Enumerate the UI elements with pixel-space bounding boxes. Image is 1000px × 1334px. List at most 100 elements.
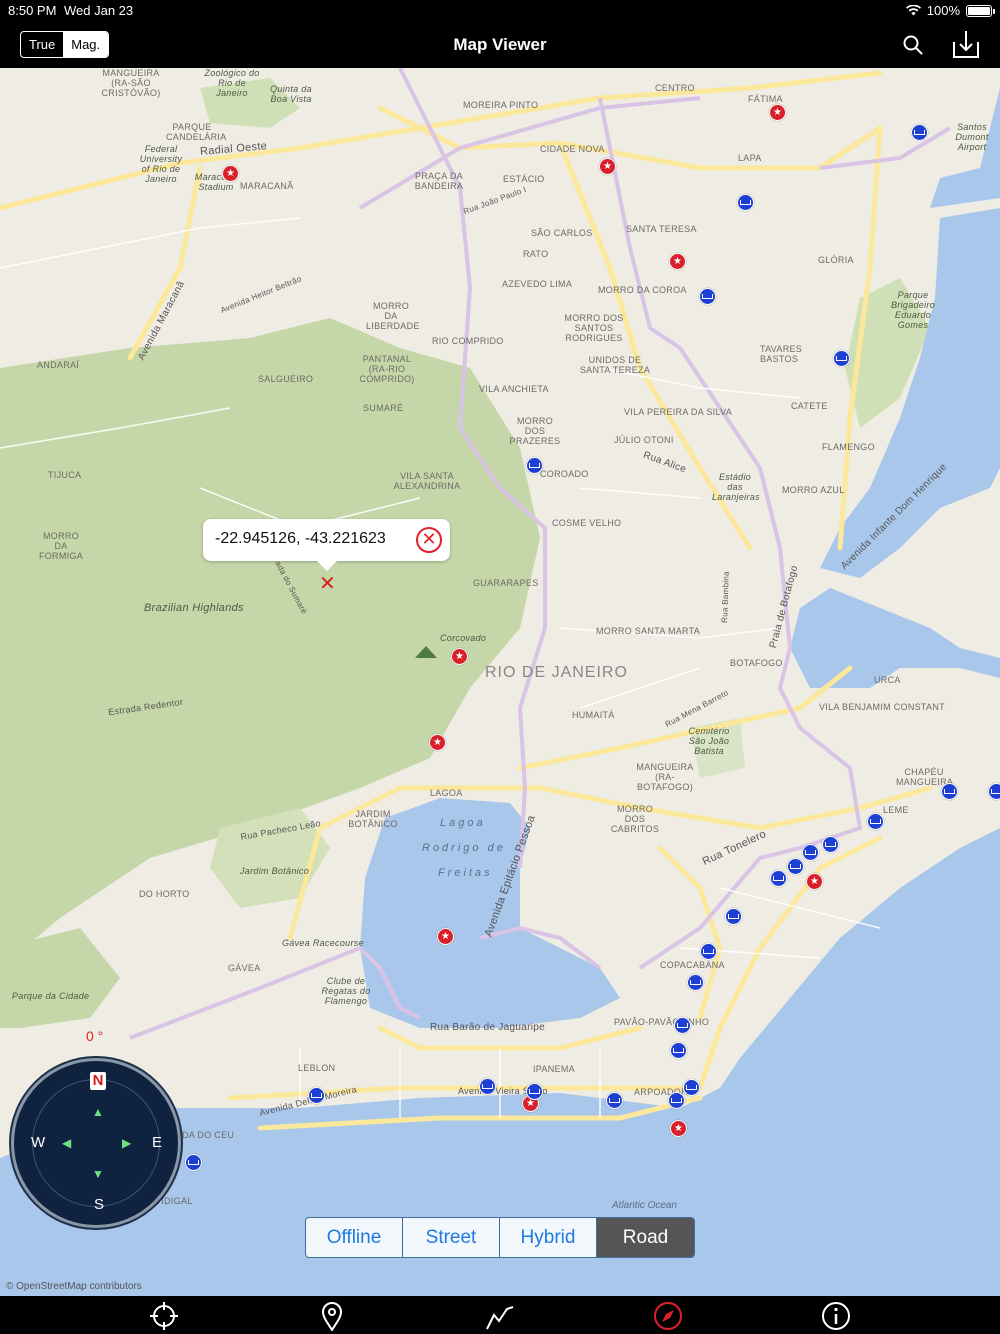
map-type-street[interactable]: Street — [403, 1218, 500, 1257]
copacabana-label: COPACABANA — [660, 960, 725, 970]
sight-marker[interactable] — [806, 873, 823, 890]
hotel-marker[interactable] — [822, 836, 839, 853]
hotel-marker[interactable] — [526, 457, 543, 474]
vila-pereira-label: VILA PEREIRA DA SILVA — [624, 407, 733, 417]
search-icon[interactable] — [902, 34, 924, 56]
hotel-marker[interactable] — [802, 844, 819, 861]
santa-teresa-label: SANTA TERESA — [626, 224, 697, 234]
hotel-marker[interactable] — [867, 813, 884, 830]
morro-coroa-label: MORRO DA COROA — [598, 285, 687, 295]
praca-bandeira-label: PRAÇA DA BANDEIRA — [414, 171, 464, 191]
info-icon[interactable] — [821, 1301, 851, 1331]
hotel-marker[interactable] — [700, 943, 717, 960]
quinta-label: Quinta da Boa Vista — [270, 84, 312, 104]
sao-carlos-label: SÃO CARLOS — [531, 228, 593, 238]
hotel-marker[interactable] — [683, 1079, 700, 1096]
sight-marker[interactable] — [222, 165, 239, 182]
hotel-marker[interactable] — [725, 908, 742, 925]
hotel-marker[interactable] — [308, 1087, 325, 1104]
hotel-marker[interactable] — [699, 288, 716, 305]
hotel-marker[interactable] — [674, 1017, 691, 1034]
hotel-marker[interactable] — [526, 1083, 543, 1100]
maracana-label: MARACANÃ — [240, 181, 294, 191]
map-type-offline[interactable]: Offline — [306, 1218, 403, 1257]
mangueira-label: MANGUEIRA (RA-SÃO CRISTÓVÃO) — [101, 68, 161, 98]
sight-marker[interactable] — [669, 253, 686, 270]
moreira-pinto-label: MOREIRA PINTO — [463, 100, 539, 110]
map-type-hybrid[interactable]: Hybrid — [500, 1218, 597, 1257]
sight-marker[interactable] — [599, 158, 616, 175]
freitas-label: Freitas — [438, 867, 493, 879]
compass-south: S — [94, 1196, 105, 1213]
hotel-marker[interactable] — [668, 1092, 685, 1109]
hotel-marker[interactable] — [737, 194, 754, 211]
fatima-label: FÁTIMA — [748, 94, 783, 104]
julio-otoni-label: JÚLIO OTONI — [614, 435, 674, 445]
map-view[interactable]: RIO DE JANEIRO Lagoa Rodrigo de Freitas … — [0, 68, 1000, 1296]
zoologico-label: Zoológico do Rio de Janeiro — [204, 68, 260, 98]
pin-icon[interactable] — [317, 1301, 347, 1331]
compass-ring — [32, 1079, 160, 1207]
page-title: Map Viewer — [453, 35, 547, 54]
estadio-label: Estádio das Laranjeiras — [712, 472, 760, 502]
pavao-label: PAVÃO-PAVÃOZINHO — [614, 1017, 710, 1027]
hotel-marker[interactable] — [479, 1078, 496, 1095]
jardim-botanico-label: JARDIM BOTÂNICO — [348, 809, 398, 829]
pantanal-label: PANTANAL (RA-RIO COMPRIDO) — [359, 354, 415, 384]
coordinate-text: -22.945126, -43.221623 — [215, 530, 386, 547]
wifi-icon — [905, 5, 921, 16]
sight-marker[interactable] — [451, 648, 468, 665]
hotel-marker[interactable] — [185, 1154, 202, 1171]
corcovado-label: Corcovado — [440, 633, 487, 643]
morro-azul-label: MORRO AZUL — [782, 485, 845, 495]
azevedo-lima-label: AZEVEDO LIMA — [502, 279, 573, 289]
leblon-label: LEBLON — [298, 1063, 336, 1073]
vila-anchieta-label: VILA ANCHIETA — [479, 384, 549, 394]
hotel-marker[interactable] — [833, 350, 850, 367]
tavares-bastos-label: TAVARES BASTOS — [760, 344, 803, 364]
ipanema-label: IPANEMA — [533, 1064, 575, 1074]
route-icon[interactable] — [485, 1301, 515, 1331]
gavea-label: GÁVEA — [228, 963, 261, 973]
sight-marker[interactable] — [437, 928, 454, 945]
battery-icon — [966, 4, 995, 17]
morro-santos-label: MORRO DOS SANTOS RODRIGUES — [564, 313, 624, 343]
da-do-ceu-label: DA DO CEU — [182, 1130, 235, 1140]
heading-readout: 0 ° — [86, 1028, 104, 1044]
parque-cidade-label: Parque da Cidade — [12, 991, 90, 1001]
compass-west: W — [31, 1134, 46, 1151]
compass-widget[interactable]: N S E W ▲ ▼ ◀ ▶ — [11, 1058, 181, 1228]
hotel-marker[interactable] — [911, 124, 928, 141]
hotel-marker[interactable] — [687, 974, 704, 991]
sight-marker[interactable] — [429, 734, 446, 751]
city-label: RIO DE JANEIRO — [485, 664, 628, 681]
vila-santa-label: VILA SANTA ALEXANDRINA — [393, 471, 461, 491]
lapa-label: LAPA — [738, 153, 762, 163]
hotel-marker[interactable] — [770, 870, 787, 887]
parque-brigadeiro-label: Parque Brigadeiro Eduardo Gomes — [890, 290, 936, 330]
hotel-marker[interactable] — [787, 858, 804, 875]
share-icon[interactable] — [950, 28, 982, 60]
compass-icon[interactable] — [653, 1301, 683, 1331]
compass-east: E — [152, 1134, 163, 1151]
mangueira-bot-label: MANGUEIRA (RA-BOTAFOGO) — [636, 762, 694, 792]
hotel-marker[interactable] — [670, 1042, 687, 1059]
dropped-pin-icon[interactable]: ✕ — [319, 574, 336, 594]
map-attribution: © OpenStreetMap contributors — [6, 1281, 142, 1292]
close-callout-icon[interactable]: ✕ — [416, 527, 442, 553]
map-type-road[interactable]: Road — [597, 1218, 694, 1257]
hotel-marker[interactable] — [606, 1092, 623, 1109]
coroado-label: COROADO — [540, 469, 589, 479]
morro-santa-marta-label: MORRO SANTA MARTA — [596, 626, 701, 636]
sight-marker[interactable] — [769, 104, 786, 121]
lagoa-label: Lagoa — [440, 817, 486, 829]
sight-marker[interactable] — [670, 1120, 687, 1137]
jardim-botanico-park-label: Jardim Botânico — [240, 866, 310, 876]
guararapes-label: GUARARAPES — [473, 578, 539, 588]
hotel-marker[interactable] — [988, 783, 1000, 800]
santos-dumont-label: Santos Dumont Airport — [955, 122, 989, 152]
rua-barao-label: Rua Barão de Jaguaripe — [430, 1022, 546, 1033]
arrow-left-icon: ◀ — [62, 1136, 72, 1150]
hotel-marker[interactable] — [941, 783, 958, 800]
locate-icon[interactable] — [149, 1301, 179, 1331]
